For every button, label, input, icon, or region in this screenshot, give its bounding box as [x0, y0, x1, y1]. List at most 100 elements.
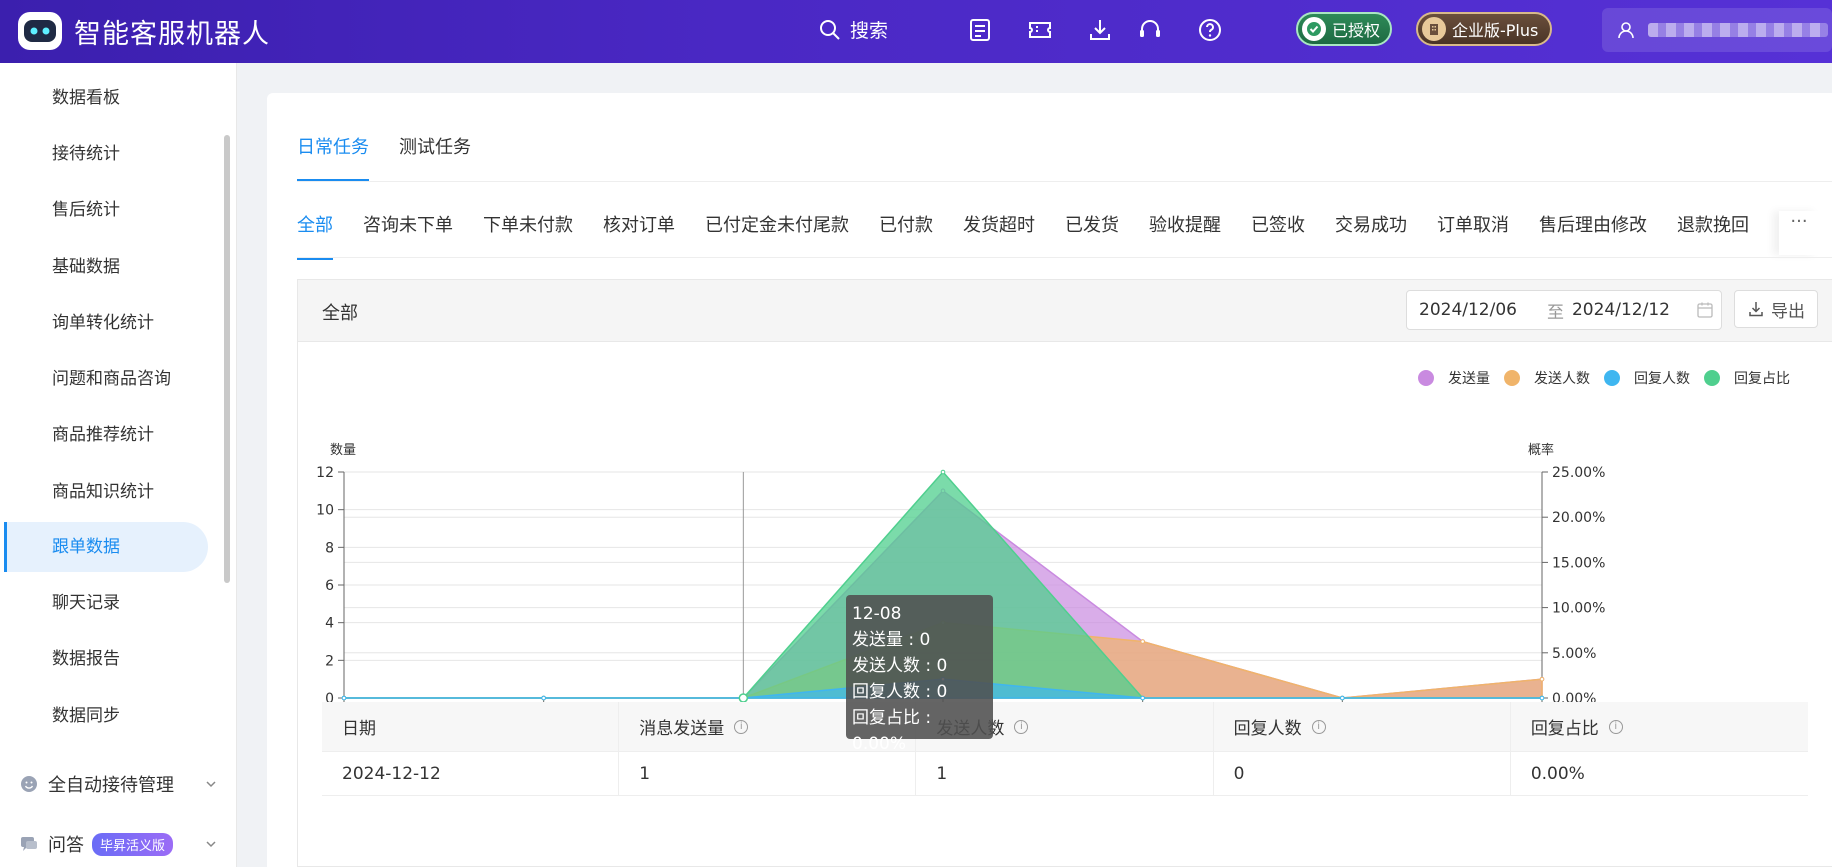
date-end[interactable]: 2024/12/12	[1572, 300, 1670, 320]
panel-title: 全部	[322, 303, 358, 324]
data-point	[1140, 695, 1145, 701]
tooltip-line: 回复人数 : 0	[852, 682, 948, 702]
y-tick-label-left: 8	[325, 540, 334, 556]
subtab-deposit-paid[interactable]: 已付定金未付尾款	[705, 211, 849, 260]
data-point	[341, 695, 347, 701]
app-title: 智能客服机器人	[74, 19, 270, 50]
subtab-signed[interactable]: 已签收	[1251, 211, 1305, 260]
header-reply-ratio: 回复占比	[1530, 719, 1599, 739]
data-point	[1539, 695, 1545, 701]
tooltip-line: 发送人数 : 0	[852, 656, 948, 676]
trend-chart: 数量 概率 0 2 4 6 8 10 12 0.00% 5.00% 10.00% 15.00% 20.00…	[316, 442, 1605, 702]
export-button[interactable]: 导出	[1734, 290, 1818, 328]
header-send-count: 消息发送量	[639, 719, 725, 739]
chevron-down-icon[interactable]	[204, 777, 218, 791]
building-icon	[1422, 17, 1446, 41]
y-tick-label-left: 10	[316, 503, 334, 519]
sidebar-item-inquiry-conversion[interactable]: 询单转化统计	[52, 299, 154, 347]
subtab-verify-order[interactable]: 核对订单	[603, 211, 675, 260]
subtab-order-unpaid[interactable]: 下单未付款	[483, 211, 573, 260]
authorized-label: 已授权	[1332, 21, 1381, 40]
sidebar-item-data-report[interactable]: 数据报告	[52, 635, 120, 683]
data-point	[940, 469, 946, 475]
hover-point	[738, 693, 749, 702]
y-tick-label-left: 2	[325, 653, 334, 669]
sidebar-scrollbar[interactable]	[224, 135, 230, 583]
headset-icon[interactable]	[1136, 16, 1164, 44]
tabs-divider	[297, 181, 1832, 182]
user-name-redacted	[1648, 23, 1828, 37]
info-icon[interactable]: i	[734, 719, 749, 734]
subtab-shipped[interactable]: 已发货	[1065, 211, 1119, 260]
tooltip-line: 发送量 : 0	[852, 630, 931, 650]
subtab-trade-success[interactable]: 交易成功	[1335, 211, 1407, 260]
sidebar-item-question-consult[interactable]: 问题和商品咨询	[52, 355, 171, 403]
y-tick-label-left: 6	[325, 578, 334, 594]
table-cell: 0.00%	[1530, 763, 1585, 784]
download-icon[interactable]	[1086, 16, 1114, 44]
main-card: 日常任务 测试任务 全部 咨询未下单 下单未付款 核对订单 已付定金未付尾款 已…	[267, 93, 1832, 867]
subtab-all[interactable]: 全部	[297, 211, 333, 260]
sidebar-active-indicator	[4, 522, 7, 572]
sidebar-item-data-sync[interactable]: 数据同步	[52, 692, 120, 740]
edition-badge[interactable]: 企业版-Plus	[1416, 12, 1552, 46]
subtab-order-cancel[interactable]: 订单取消	[1437, 211, 1509, 260]
table-cell: 1	[619, 752, 917, 795]
more-tabs-button[interactable]: ···	[1779, 211, 1819, 255]
export-label: 导出	[1771, 301, 1805, 322]
help-icon[interactable]	[1196, 16, 1224, 44]
search-label: 搜索	[850, 20, 889, 42]
subtabs-divider	[297, 257, 1832, 258]
tab-daily-tasks[interactable]: 日常任务	[297, 133, 369, 182]
sidebar-group-auto-reception[interactable]: 全自动接待管理	[20, 771, 174, 797]
smiley-icon	[21, 776, 37, 792]
date-separator: 至	[1546, 302, 1564, 323]
download-icon	[1749, 302, 1763, 317]
ticket-icon[interactable]	[1026, 16, 1054, 44]
subtab-inspect-reminder[interactable]: 验收提醒	[1149, 211, 1221, 260]
subtab-aftersale-reason[interactable]: 售后理由修改	[1539, 211, 1647, 260]
info-icon[interactable]: i	[1311, 719, 1326, 734]
subtab-consult-no-order[interactable]: 咨询未下单	[363, 211, 453, 260]
y-tick-label-right: 10.00%	[1552, 601, 1605, 617]
data-point	[541, 695, 546, 701]
panel-header: 全部 2024/12/06 至 2024/12/12 导出	[298, 280, 1832, 342]
status-tabs: 全部 咨询未下单 下单未付款 核对订单 已付定金未付尾款 已付款 发货超时 已发…	[297, 211, 1832, 260]
data-table: 日期 消息发送量i 发送人数i 回复人数i 回复占比i 2024-12-12 1…	[322, 702, 1808, 796]
y-tick-label-left: 0	[325, 691, 334, 702]
subtab-refund-recover[interactable]: 退款挽回	[1677, 211, 1749, 260]
table-header-cell: 日期	[322, 702, 620, 751]
sidebar-item-product-knowledge[interactable]: 商品知识统计	[52, 468, 154, 516]
user-menu[interactable]	[1602, 8, 1832, 52]
sidebar-item-basic-data[interactable]: 基础数据	[52, 243, 120, 291]
sidebar-item-reception-stats[interactable]: 接待统计	[52, 130, 120, 178]
task-list-icon[interactable]	[966, 16, 994, 44]
date-start[interactable]: 2024/12/06	[1419, 300, 1517, 320]
table-row: 2024-12-12 1 1 0 0.00%	[322, 752, 1808, 796]
calendar-icon	[1697, 302, 1713, 318]
subtab-paid[interactable]: 已付款	[879, 211, 933, 260]
sidebar-item-follow-data[interactable]: 跟单数据	[52, 523, 120, 571]
sidebar-group-qa[interactable]: 问答 毕昇活义版	[20, 831, 174, 857]
table-header: 日期 消息发送量i 发送人数i 回复人数i 回复占比i	[322, 702, 1808, 752]
chevron-down-icon[interactable]	[204, 837, 218, 851]
authorized-badge[interactable]: 已授权	[1296, 12, 1392, 46]
sidebar-item-chat-records[interactable]: 聊天记录	[52, 579, 120, 627]
y-axis-right-title: 概率	[1528, 442, 1554, 458]
sidebar-item-aftersale-stats[interactable]: 售后统计	[52, 186, 120, 234]
data-point	[1340, 695, 1345, 701]
date-range-picker[interactable]: 2024/12/06 至 2024/12/12	[1406, 290, 1722, 330]
sidebar: 数据看板 接待统计 售后统计 基础数据 询单转化统计 问题和商品咨询 商品推荐统…	[0, 63, 237, 867]
search-button[interactable]: 搜索	[818, 16, 888, 43]
info-icon[interactable]: i	[1608, 719, 1623, 734]
sidebar-group-label: 问答	[48, 835, 84, 856]
chart-tooltip: 12-08 发送量 : 0 发送人数 : 0 回复人数 : 0 回复占比 : 0…	[846, 595, 993, 754]
data-point	[1140, 639, 1145, 644]
sidebar-item-dashboard[interactable]: 数据看板	[52, 74, 120, 122]
chat-bubble-icon	[21, 837, 37, 851]
subtab-ship-timeout[interactable]: 发货超时	[963, 211, 1035, 260]
table-cell: 0	[1214, 752, 1511, 795]
info-icon[interactable]: i	[1014, 719, 1029, 734]
tab-test-tasks[interactable]: 测试任务	[399, 133, 471, 182]
sidebar-item-product-recommend[interactable]: 商品推荐统计	[52, 411, 154, 459]
